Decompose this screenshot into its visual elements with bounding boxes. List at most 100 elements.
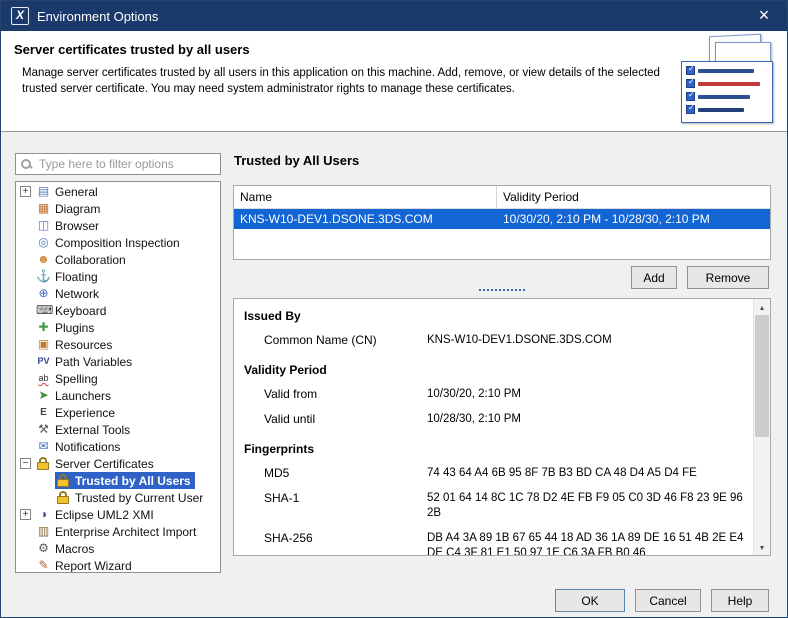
close-icon[interactable]: × xyxy=(741,1,787,31)
tree-node: Server Certificates xyxy=(35,455,158,472)
tree-item-enterprise-architect-import[interactable]: ▥Enterprise Architect Import xyxy=(16,523,220,540)
tree-item-server-certificates[interactable]: − Server Certificates xyxy=(16,455,220,472)
md5-value: 74 43 64 A4 6B 95 8F 7B B3 BD CA 48 D4 A… xyxy=(427,466,697,481)
tree-item-notifications[interactable]: ✉ Notifications xyxy=(16,438,220,455)
help-button[interactable]: Help xyxy=(711,589,769,612)
tree-item-floating[interactable]: ⚓Floating xyxy=(16,268,220,285)
expander-spacer xyxy=(20,407,31,418)
tree-item-launchers[interactable]: ➤Launchers xyxy=(16,387,220,404)
checkbox-icon xyxy=(686,79,695,88)
details-scrollbar[interactable] xyxy=(753,299,770,555)
tree-node: ✎ Report Wizard xyxy=(35,557,136,573)
expander-spacer xyxy=(20,271,31,282)
page-title: Server certificates trusted by all users xyxy=(14,42,250,57)
collapse-icon[interactable]: − xyxy=(20,458,31,469)
tree-item-collaboration[interactable]: ☻Collaboration xyxy=(16,251,220,268)
tree-item-network[interactable]: ⊕Network xyxy=(16,285,220,302)
tree-item-label: Eclipse UML2 XMI xyxy=(55,508,154,522)
tree-item-trusted-by-current-user[interactable]: Trusted by Current User xyxy=(16,489,220,506)
expander-spacer xyxy=(20,237,31,248)
launchers-icon: ➤ xyxy=(36,388,51,403)
tree-node: ⌨Keyboard xyxy=(35,302,110,319)
report-wizard-icon: ✎ xyxy=(36,558,51,573)
filter-box xyxy=(15,153,221,175)
scroll-down-icon[interactable] xyxy=(754,539,770,555)
expander-spacer xyxy=(20,543,31,554)
composition-inspection-icon: ◎ xyxy=(36,235,51,250)
tree-item-path-variables[interactable]: PV Path Variables xyxy=(16,353,220,370)
tree-node: ◎Composition Inspection xyxy=(35,234,184,251)
tree-item-browser[interactable]: ◫Browser xyxy=(16,217,220,234)
expander-spacer xyxy=(20,560,31,571)
tree-item-general[interactable]: + ▤ General xyxy=(16,183,220,200)
tree-item-label: Experience xyxy=(55,406,115,420)
md5-label: MD5 xyxy=(264,466,427,480)
md5-row: MD5 74 43 64 A4 6B 95 8F 7B B3 BD CA 48 … xyxy=(264,466,753,481)
filter-input[interactable] xyxy=(37,156,220,172)
notifications-icon: ✉ xyxy=(36,439,51,454)
tree-item-label: Trusted by Current User xyxy=(75,491,203,505)
tree-item-label: Enterprise Architect Import xyxy=(55,525,196,539)
tree-item-label: Plugins xyxy=(55,321,94,335)
tree-item-label: Diagram xyxy=(55,202,100,216)
checkbox-icon xyxy=(686,105,695,114)
issued-by-heading: Issued By xyxy=(244,309,753,323)
tree-node: ✚Plugins xyxy=(35,319,98,336)
tree-node: ⚙Macros xyxy=(35,540,98,557)
expand-icon[interactable]: + xyxy=(20,186,31,197)
tree-item-spelling[interactable]: abSpelling xyxy=(16,370,220,387)
tree-item-resources[interactable]: ▣Resources xyxy=(16,336,220,353)
column-header-name[interactable]: Name xyxy=(234,186,497,208)
sha1-row: SHA-1 52 01 64 14 8C 1C 78 D2 4E FB F9 0… xyxy=(264,491,753,521)
tree-item-report-wizard[interactable]: ✎ Report Wizard xyxy=(16,557,220,573)
valid-from-label: Valid from xyxy=(264,387,427,401)
general-icon: ▤ xyxy=(36,184,51,199)
expander-spacer xyxy=(20,356,31,367)
certificate-page-front xyxy=(681,61,773,123)
expand-icon[interactable]: + xyxy=(20,509,31,520)
lock-icon xyxy=(56,490,71,505)
tree-item-diagram[interactable]: ▦Diagram xyxy=(16,200,220,217)
macros-icon: ⚙ xyxy=(36,541,51,556)
splitter-handle[interactable] xyxy=(233,286,771,295)
options-tree: + ▤ General▦Diagram◫Browser◎Composition In… xyxy=(15,181,221,573)
tree-indent xyxy=(16,480,40,481)
ok-button[interactable]: OK xyxy=(555,589,625,612)
tree-item-macros[interactable]: ⚙Macros xyxy=(16,540,220,557)
expander-spacer xyxy=(20,390,31,401)
cert-table-row[interactable]: KNS-W10-DEV1.DSONE.3DS.COM10/30/20, 2:10… xyxy=(234,209,770,229)
tree-item-external-tools[interactable]: ⚒ External Tools xyxy=(16,421,220,438)
tree-item-experience[interactable]: EExperience xyxy=(16,404,220,421)
tree-item-label: Path Variables xyxy=(55,355,132,369)
tree-item-label: General xyxy=(55,185,98,199)
tree-node: ☻Collaboration xyxy=(35,251,130,268)
tree-node: ⊕Network xyxy=(35,285,103,302)
path-variables-icon: PV xyxy=(36,354,51,369)
tree-item-label: Browser xyxy=(55,219,99,233)
expander-spacer xyxy=(40,492,51,503)
tree-item-plugins[interactable]: ✚Plugins xyxy=(16,319,220,336)
expander-spacer xyxy=(20,203,31,214)
tree-item-label: External Tools xyxy=(55,423,130,437)
floating-icon: ⚓ xyxy=(36,269,51,284)
scroll-up-icon[interactable] xyxy=(754,299,770,315)
tree-item-label: Server Certificates xyxy=(55,457,154,471)
tree-node: ⚒ External Tools xyxy=(35,421,134,438)
external-tools-icon: ⚒ xyxy=(36,422,51,437)
tree-item-label: Network xyxy=(55,287,99,301)
tree-item-label: Report Wizard xyxy=(55,559,132,573)
cert-table-header: Name Validity Period xyxy=(234,186,770,209)
scrollbar-thumb[interactable] xyxy=(755,315,769,437)
tree-item-trusted-by-all-users[interactable]: Trusted by All Users xyxy=(16,472,220,489)
tree-item-keyboard[interactable]: ⌨Keyboard xyxy=(16,302,220,319)
cancel-button[interactable]: Cancel xyxy=(635,589,701,612)
expander-spacer xyxy=(20,339,31,350)
expander-spacer xyxy=(20,220,31,231)
valid-until-label: Valid until xyxy=(264,412,427,426)
tree-item-composition-inspection[interactable]: ◎Composition Inspection xyxy=(16,234,220,251)
sha256-value: DB A4 3A 89 1B 67 65 44 18 AD 36 1A 89 D… xyxy=(427,531,749,555)
cert-validity-cell: 10/30/20, 2:10 PM - 10/28/30, 2:10 PM xyxy=(497,212,716,226)
column-header-validity[interactable]: Validity Period xyxy=(497,186,585,208)
tree-item-eclipse-uml2-xmi[interactable]: +◑Eclipse UML2 XMI xyxy=(16,506,220,523)
tree-item-label: Notifications xyxy=(55,440,120,454)
